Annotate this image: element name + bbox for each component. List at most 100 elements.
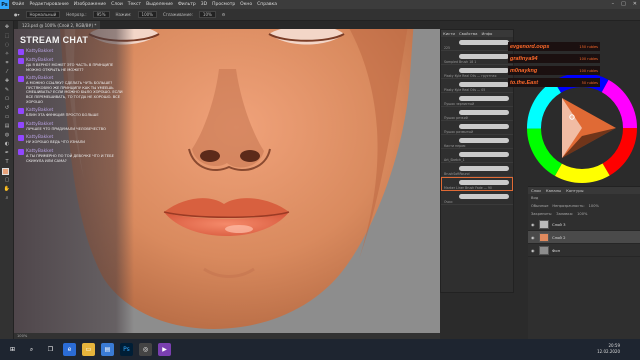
brush-preset-name: Plasty Kyle Real Oils — 05 xyxy=(444,88,486,92)
layer-name: Фон xyxy=(552,247,561,253)
obs-icon[interactable]: ◎ xyxy=(139,343,152,356)
donor-name: to.the.East xyxy=(510,79,539,86)
layer-row[interactable]: ◉ Фон xyxy=(528,244,640,257)
clone-stamp-icon[interactable]: ⎔ xyxy=(2,95,12,102)
menu-item-help[interactable]: Справка xyxy=(257,2,277,7)
layer-blend-row: Обычные Непрозрачность: 100% xyxy=(528,202,640,210)
donation-entry: grafinya94 100 rubles xyxy=(508,54,600,63)
foreground-color-swatch[interactable] xyxy=(2,168,9,175)
donation-entry: m0naykng 100 rubles xyxy=(508,66,600,75)
donation-entry: to.the.East 50 rubles xyxy=(508,78,600,87)
marquee-tool-icon[interactable]: ⬚ xyxy=(2,32,12,39)
menu-item-select[interactable]: Выделение xyxy=(146,2,173,7)
brush-preset-icon[interactable]: ●▾ xyxy=(14,12,20,17)
windows-start-icon[interactable]: ⊞ xyxy=(6,343,19,356)
donation-amount: 100 rubles xyxy=(579,56,598,61)
menu-item-filter[interactable]: Фильтр xyxy=(178,2,196,7)
brush-preset[interactable]: 225 xyxy=(441,37,513,51)
layer-opacity-input[interactable]: 100% xyxy=(589,204,599,208)
photoshop-logo[interactable]: Ps xyxy=(0,0,9,9)
layer-blend-select[interactable]: Обычные xyxy=(531,204,548,208)
brush-preset-name: Marker Liner Brush Fade — 90 xyxy=(444,186,492,190)
document-tabbar: 123.psd @ 100% (Слой 2, RGB/8#) * xyxy=(14,21,440,29)
blend-mode-select[interactable]: Нормальный xyxy=(25,11,61,18)
brush-preset-name: Пушок размытый xyxy=(444,130,474,134)
chat-text: лучшее что придумали человечество xyxy=(26,126,106,131)
tab-paths[interactable]: Контуры xyxy=(566,188,583,193)
maximize-icon[interactable]: □ xyxy=(621,1,626,7)
search-icon[interactable]: ⌕ xyxy=(25,343,38,356)
hand-tool-icon[interactable]: ✋ xyxy=(2,185,12,192)
tab-brushes[interactable]: Кисти xyxy=(443,31,455,36)
folder-icon[interactable]: ▭ xyxy=(82,343,95,356)
menu-item-view[interactable]: Просмотр xyxy=(212,2,235,7)
brush-preset[interactable]: Пушок зернистый xyxy=(441,93,513,107)
gradient-tool-icon[interactable]: ▤ xyxy=(2,122,12,129)
donation-amount: 50 rubles xyxy=(581,80,598,85)
lasso-tool-icon[interactable]: ◌ xyxy=(2,41,12,48)
brush-preset[interactable]: Plasty Kyle Real Oils — 05 xyxy=(441,79,513,93)
brush-preset-selected[interactable]: Marker Liner Brush Fade — 90 xyxy=(441,177,513,191)
eye-icon[interactable]: ◉ xyxy=(531,235,536,240)
brush-preset[interactable]: Пушок размытый xyxy=(441,121,513,135)
opacity-input[interactable]: 95% xyxy=(92,11,110,18)
tab-layers[interactable]: Слои xyxy=(531,188,541,193)
photoshop-taskbar-icon[interactable]: Ps xyxy=(120,343,133,356)
menu-item-layers[interactable]: Слои xyxy=(111,2,123,7)
move-tool-icon[interactable]: ✥ xyxy=(2,23,12,30)
store-icon[interactable]: ▤ xyxy=(101,343,114,356)
chat-text: ну хорошо ведь что узнали xyxy=(26,140,85,145)
eraser-icon[interactable]: ▭ xyxy=(2,113,12,120)
layer-fill-input[interactable]: 100% xyxy=(577,212,587,216)
chat-username: KattyBakket xyxy=(26,49,54,54)
minimize-icon[interactable]: – xyxy=(612,1,615,7)
layer-row-active[interactable]: ◉ Слой 2 xyxy=(528,231,640,244)
eyedropper-icon[interactable]: ⁄ xyxy=(2,68,12,75)
tab-channels[interactable]: Каналы xyxy=(546,188,561,193)
tab-info[interactable]: Инфо xyxy=(481,31,492,36)
layer-row[interactable]: ◉ Слой 3 xyxy=(528,218,640,231)
smoothing-input[interactable]: 10% xyxy=(198,11,216,18)
menu-item-window[interactable]: Окно xyxy=(240,2,252,7)
tab-properties[interactable]: Свойства xyxy=(459,31,478,36)
document-canvas[interactable]: STREAM CHAT KattyBakket KattyBakket да я… xyxy=(14,29,440,339)
dodge-tool-icon[interactable]: ◐ xyxy=(2,140,12,147)
brush-preset[interactable]: Plasty Kyle Real Oils — грустная xyxy=(441,65,513,79)
brush-preset[interactable]: Кисти пером xyxy=(441,135,513,149)
menu-item-edit[interactable]: Редактирование xyxy=(29,2,68,7)
eye-icon[interactable]: ◉ xyxy=(531,248,536,253)
brush-preset[interactable]: Art_Sketch_1 xyxy=(441,149,513,163)
brush-preset[interactable]: BrushSoftRound xyxy=(441,163,513,177)
flow-input[interactable]: 100% xyxy=(137,11,157,18)
brush-preset[interactable]: Sampled Brush 18 1 xyxy=(441,51,513,65)
brush-preset[interactable]: Пушок резкий xyxy=(441,107,513,121)
pen-tool-icon[interactable]: ✒ xyxy=(2,149,12,156)
task-view-icon[interactable]: ❐ xyxy=(44,343,57,356)
crop-tool-icon[interactable]: ⌗ xyxy=(2,59,12,66)
eye-icon[interactable]: ◉ xyxy=(531,222,536,227)
close-icon[interactable]: ✕ xyxy=(633,1,637,7)
system-clock[interactable]: 20:59 12.02.2020 xyxy=(597,343,620,355)
gear-icon[interactable]: ⚙ xyxy=(222,12,226,17)
layers-panel-tabs: Слои Каналы Контуры xyxy=(528,187,640,194)
app-icon[interactable]: ▶ xyxy=(158,343,171,356)
browser-icon[interactable]: e xyxy=(63,343,76,356)
document-tab[interactable]: 123.psd @ 100% (Слой 2, RGB/8#) * xyxy=(18,21,101,29)
menu-item-file[interactable]: Файл xyxy=(12,2,24,7)
donor-name: grafinya94 xyxy=(510,55,538,62)
zoom-tool-icon[interactable]: ⌕ xyxy=(2,194,12,201)
menu-item-3d[interactable]: 3D xyxy=(201,2,207,7)
window-controls: – □ ✕ xyxy=(612,1,637,7)
blur-tool-icon[interactable]: ◍ xyxy=(2,131,12,138)
layer-kind-select[interactable]: Вид xyxy=(531,196,538,200)
menu-item-image[interactable]: Изображение xyxy=(74,2,106,7)
stream-chat-overlay: STREAM CHAT KattyBakket KattyBakket да я… xyxy=(14,29,134,339)
magic-wand-icon[interactable]: ✧ xyxy=(2,50,12,57)
healing-brush-icon[interactable]: ✚ xyxy=(2,77,12,84)
brush-tool-icon[interactable]: ✎ xyxy=(2,86,12,93)
type-tool-icon[interactable]: T xyxy=(2,158,12,165)
shape-tool-icon[interactable]: ▢ xyxy=(2,176,12,183)
brush-preset[interactable]: Очки xyxy=(441,191,513,205)
history-brush-icon[interactable]: ↺ xyxy=(2,104,12,111)
menu-item-type[interactable]: Текст xyxy=(128,2,141,7)
